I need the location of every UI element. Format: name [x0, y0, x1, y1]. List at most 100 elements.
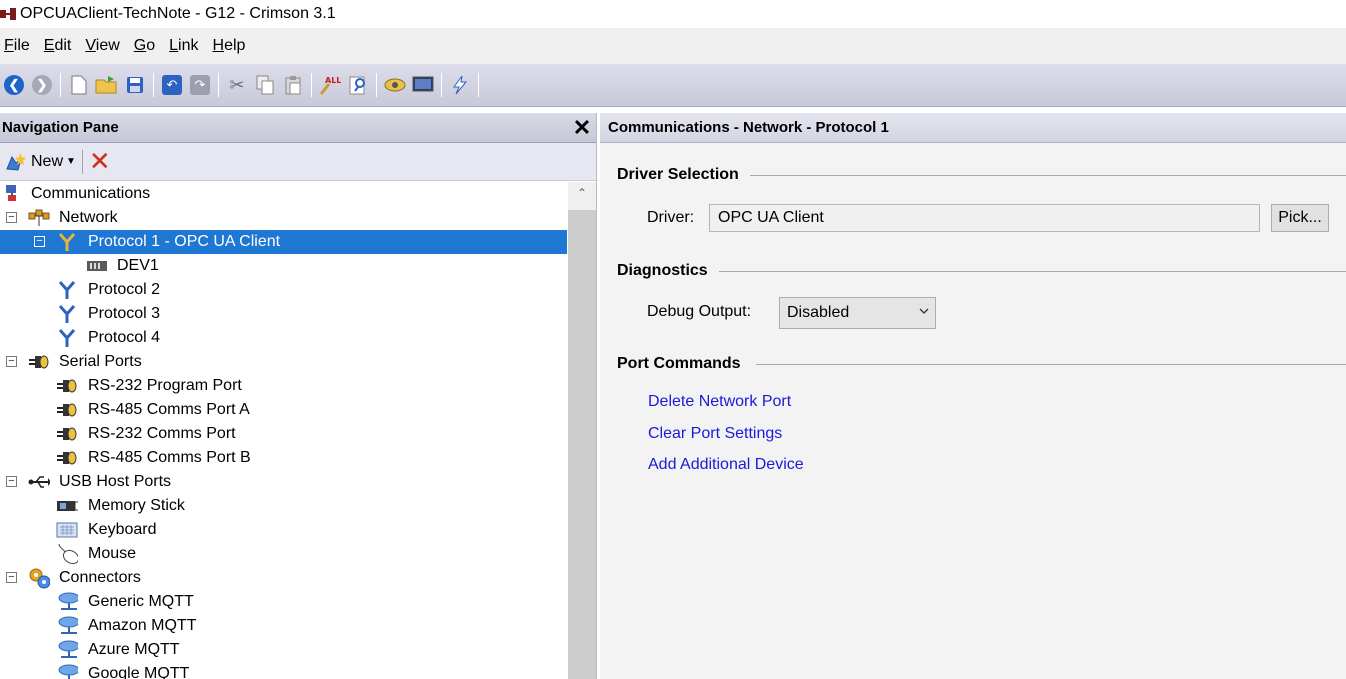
- new-label: New: [31, 152, 64, 170]
- delete-network-port-link[interactable]: Delete Network Port: [648, 393, 791, 411]
- menu-view[interactable]: View: [81, 37, 125, 55]
- chevron-down-icon: ▼: [66, 156, 76, 167]
- send-button[interactable]: [446, 71, 474, 99]
- collapse-toggle[interactable]: −: [6, 212, 17, 223]
- new-button[interactable]: New ▼: [4, 151, 76, 173]
- protocol-icon: [56, 280, 78, 300]
- monitor-icon: [412, 76, 434, 92]
- menu-link[interactable]: Link: [165, 37, 204, 55]
- main-header: Communications - Network - Protocol 1: [600, 113, 1346, 143]
- collapse-toggle[interactable]: −: [6, 572, 17, 583]
- menu-go[interactable]: Go: [130, 37, 161, 55]
- collapse-toggle[interactable]: −: [34, 236, 45, 247]
- serial-port-icon: [28, 352, 50, 372]
- tree-item-azure-mqtt[interactable]: Azure MQTT: [0, 638, 567, 662]
- tree-item-amazon-mqtt[interactable]: Amazon MQTT: [0, 614, 567, 638]
- open-button[interactable]: [93, 71, 121, 99]
- new-file-button[interactable]: [65, 71, 93, 99]
- tree-item-google-mqtt[interactable]: Google MQTT: [0, 662, 567, 679]
- cloud-icon: [56, 640, 78, 660]
- add-additional-device-link[interactable]: Add Additional Device: [648, 456, 804, 474]
- cut-button[interactable]: ✂: [223, 71, 251, 99]
- paste-icon: [285, 76, 301, 95]
- keyboard-icon: [56, 520, 78, 540]
- pick-button[interactable]: Pick...: [1271, 204, 1329, 232]
- serial-port-icon: [56, 400, 78, 420]
- tree-item-protocol-4[interactable]: Protocol 4: [0, 326, 567, 350]
- debug-output-value: Disabled: [787, 304, 850, 321]
- tree-item-rs485-comms-port-a[interactable]: RS-485 Comms Port A: [0, 398, 567, 422]
- nav-title: Navigation Pane: [2, 119, 119, 136]
- driver-label: Driver:: [647, 209, 695, 226]
- new-item-icon: [6, 152, 26, 171]
- cloud-icon: [56, 592, 78, 612]
- menu-bar: File Edit View Go Link Help: [0, 28, 1346, 64]
- forward-button[interactable]: ❯: [28, 71, 56, 99]
- nav-tree: Communications − Network − Protocol 1 - …: [0, 182, 568, 679]
- tree-item-mouse[interactable]: Mouse: [0, 542, 567, 566]
- scroll-up-icon[interactable]: ⌃: [568, 186, 596, 206]
- protocol-icon: [56, 328, 78, 348]
- tree-item-communications[interactable]: Communications: [0, 182, 567, 206]
- save-button[interactable]: [121, 71, 149, 99]
- tree-item-usb-host-ports[interactable]: − USB Host Ports: [0, 470, 567, 494]
- monitor-button[interactable]: [409, 71, 437, 99]
- scroll-thumb[interactable]: [568, 210, 596, 679]
- nav-scrollbar[interactable]: ⌃: [568, 182, 596, 679]
- network-icon: [28, 208, 50, 228]
- redo-button[interactable]: ↷: [186, 71, 214, 99]
- spellcheck-all-button[interactable]: ALL: [316, 71, 344, 99]
- tree-item-serial-ports[interactable]: − Serial Ports: [0, 350, 567, 374]
- collapse-toggle[interactable]: −: [6, 356, 17, 367]
- menu-help[interactable]: Help: [209, 37, 252, 55]
- driver-section-title: Driver Selection: [617, 166, 739, 183]
- copy-icon: [256, 75, 274, 95]
- memory-stick-icon: [56, 496, 78, 516]
- tree-item-memory-stick[interactable]: Memory Stick: [0, 494, 567, 518]
- menu-edit[interactable]: Edit: [40, 37, 78, 55]
- tree-item-dev1[interactable]: DEV1: [0, 254, 567, 278]
- collapse-toggle[interactable]: −: [6, 476, 17, 487]
- undo-button[interactable]: ↶: [158, 71, 186, 99]
- mouse-icon: [56, 543, 78, 565]
- debug-output-select[interactable]: Disabled: [779, 297, 936, 329]
- tree-item-generic-mqtt[interactable]: Generic MQTT: [0, 590, 567, 614]
- protocol-icon: [56, 232, 78, 252]
- title-bar: OPCUAClient-TechNote - G12 - Crimson 3.1: [0, 0, 1346, 28]
- menu-file[interactable]: File: [0, 37, 36, 55]
- nav-toolbar: New ▼ ✕: [0, 143, 596, 181]
- copy-button[interactable]: [251, 71, 279, 99]
- nav-header: Navigation Pane ✕: [0, 113, 596, 143]
- chevron-down-icon: [919, 308, 929, 314]
- tree-item-protocol-3[interactable]: Protocol 3: [0, 302, 567, 326]
- find-button[interactable]: [344, 71, 372, 99]
- communications-icon: [2, 184, 24, 204]
- tree-item-rs232-comms-port[interactable]: RS-232 Comms Port: [0, 422, 567, 446]
- main-panel: Communications - Network - Protocol 1 Dr…: [600, 113, 1346, 679]
- close-icon[interactable]: ✕: [568, 114, 596, 142]
- tree-item-keyboard[interactable]: Keyboard: [0, 518, 567, 542]
- driver-field[interactable]: OPC UA Client: [709, 204, 1260, 232]
- save-icon: [127, 77, 143, 93]
- tree-item-rs485-comms-port-b[interactable]: RS-485 Comms Port B: [0, 446, 567, 470]
- cloud-icon: [56, 664, 78, 679]
- download-button[interactable]: [381, 71, 409, 99]
- clear-port-settings-link[interactable]: Clear Port Settings: [648, 425, 782, 443]
- usb-icon: [28, 472, 50, 492]
- delete-icon[interactable]: ✕: [89, 149, 111, 175]
- tree-item-protocol-2[interactable]: Protocol 2: [0, 278, 567, 302]
- tree-item-network[interactable]: − Network: [0, 206, 567, 230]
- undo-icon: ↶: [162, 75, 182, 95]
- tree-item-rs232-program-port[interactable]: RS-232 Program Port: [0, 374, 567, 398]
- protocol-icon: [56, 304, 78, 324]
- tree-item-protocol-1[interactable]: − Protocol 1 - OPC UA Client: [0, 230, 567, 254]
- serial-port-icon: [56, 376, 78, 396]
- cloud-icon: [56, 616, 78, 636]
- tree-item-connectors[interactable]: − Connectors: [0, 566, 567, 590]
- back-button[interactable]: ❮: [0, 71, 28, 99]
- paste-button[interactable]: [279, 71, 307, 99]
- open-folder-icon: [95, 76, 117, 94]
- forward-arrow-icon: ❯: [32, 75, 52, 95]
- redo-icon: ↷: [190, 75, 210, 95]
- debug-output-label: Debug Output:: [647, 303, 752, 320]
